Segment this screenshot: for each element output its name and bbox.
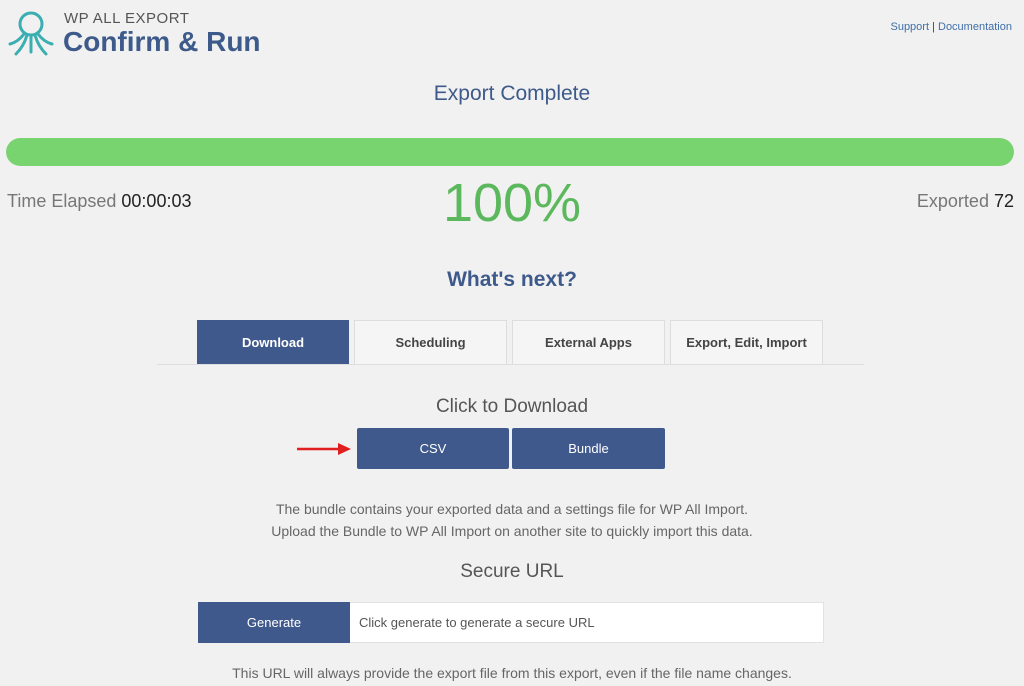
bundle-download-button[interactable]: Bundle: [512, 428, 665, 469]
link-separator: |: [932, 21, 935, 33]
tab-scheduling[interactable]: Scheduling: [354, 320, 507, 364]
tab-download[interactable]: Download: [197, 320, 349, 364]
generate-button[interactable]: Generate: [198, 602, 350, 643]
page-header: WP ALL EXPORT Confirm & Run Support | Do…: [0, 0, 1024, 70]
secure-url-footnote: This URL will always provide the export …: [232, 665, 792, 681]
secure-url-field[interactable]: [350, 602, 824, 643]
tab-bar: Download Scheduling External Apps Export…: [197, 320, 828, 364]
octopus-logo-icon: [8, 11, 54, 56]
progress-bar: [6, 138, 1014, 166]
tab-external-apps[interactable]: External Apps: [512, 320, 665, 364]
bundle-description-line1: The bundle contains your exported data a…: [275, 501, 749, 517]
exported-value: 72: [993, 191, 1014, 211]
exported-count: Exported 72: [917, 191, 1014, 212]
secure-url-heading: Secure URL: [460, 561, 564, 582]
download-heading: Click to Download: [435, 396, 589, 417]
support-link[interactable]: Support: [890, 21, 929, 33]
whats-next-heading: What's next?: [447, 268, 577, 291]
csv-download-button[interactable]: CSV: [357, 428, 509, 469]
tab-export-edit-import[interactable]: Export, Edit, Import: [670, 320, 823, 364]
exported-label: Exported: [916, 191, 989, 211]
documentation-link[interactable]: Documentation: [938, 21, 1012, 33]
tab-divider: [157, 364, 864, 365]
bundle-description-line2: Upload the Bundle to WP All Import on an…: [271, 523, 753, 539]
bundle-description: The bundle contains your exported data a…: [0, 498, 1024, 542]
progress-percent: 100%: [442, 173, 582, 233]
progress-bar-fill: [6, 138, 1014, 166]
page-title: Confirm & Run: [63, 26, 261, 57]
brand-name: WP ALL EXPORT: [64, 10, 190, 27]
red-arrow-icon: [297, 443, 351, 455]
export-status-title: Export Complete: [433, 82, 591, 105]
top-links: Support | Documentation: [890, 21, 1012, 33]
